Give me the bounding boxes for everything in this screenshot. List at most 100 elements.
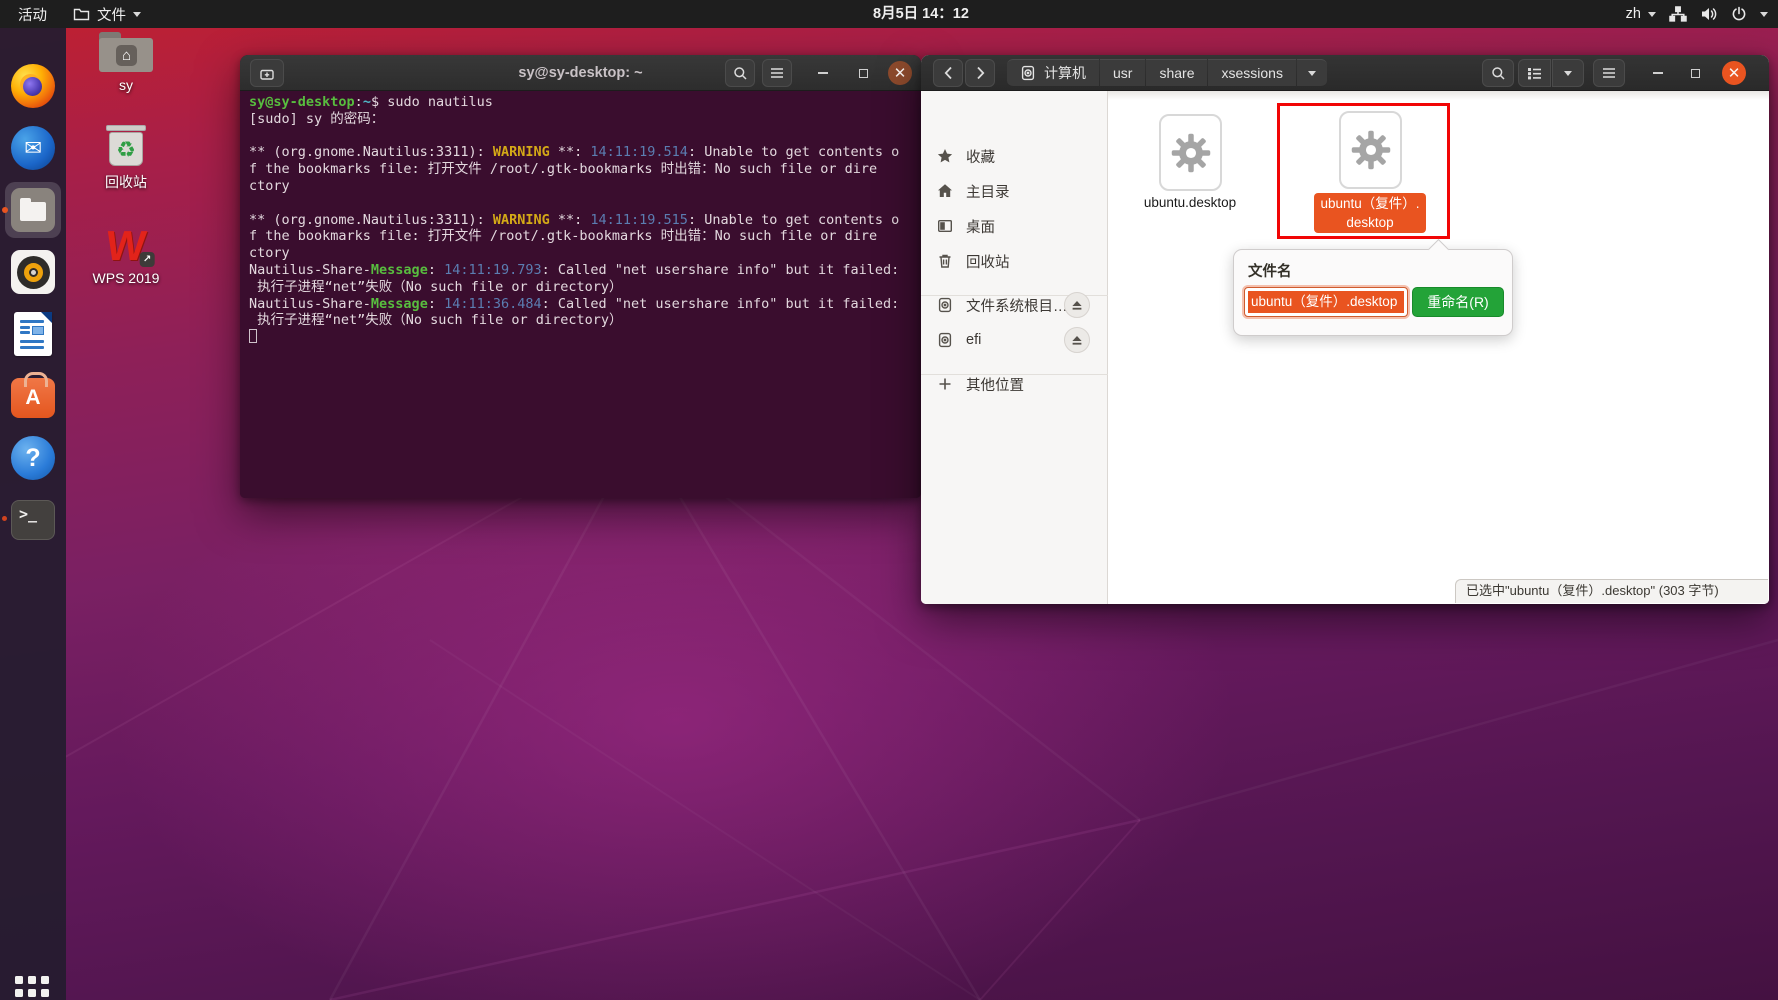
terminal-text-segment: ctory — [249, 245, 290, 262]
sidebar-item-filesystem-root[interactable]: 文件系统根目… — [921, 288, 1108, 322]
disk-icon — [937, 332, 953, 348]
firefox-icon — [11, 64, 55, 108]
terminal-running-indicator — [2, 516, 7, 521]
desktop-icon-home-sy[interactable]: ⌂ sy — [84, 32, 168, 93]
sidebar-item-efi[interactable]: efi — [921, 323, 1108, 357]
help-icon: ? — [11, 436, 55, 480]
terminal-cursor — [249, 329, 257, 344]
terminal-close-button[interactable]: ✕ — [888, 61, 912, 85]
path-segment-share[interactable]: share — [1146, 59, 1208, 87]
terminal-maximize-button[interactable] — [854, 63, 872, 83]
terminal-search-button[interactable] — [725, 59, 755, 87]
search-button[interactable] — [1482, 59, 1514, 87]
chevron-down-icon[interactable] — [1760, 11, 1768, 17]
chevron-down-icon — [133, 11, 141, 17]
files-maximize-button[interactable] — [1686, 63, 1704, 83]
sidebar-item-label: 回收站 — [966, 254, 1010, 271]
app-menu[interactable]: 文件 — [73, 0, 141, 28]
view-list-button[interactable] — [1518, 59, 1551, 87]
rhythmbox-icon — [11, 250, 55, 294]
trash-icon — [937, 253, 953, 269]
path-segment-计算机[interactable]: 计算机 — [1007, 59, 1099, 87]
disk-icon — [937, 297, 953, 313]
rename-input[interactable]: ubuntu（复件）.desktop — [1244, 287, 1408, 317]
dock-item-thunderbird[interactable]: ✉ — [11, 126, 55, 170]
terminal-line: f the bookmarks file: 打开文件 /root/.gtk-bo… — [249, 161, 919, 178]
sidebar-item-desktop[interactable]: 桌面 — [921, 209, 1108, 243]
files-sidebar: 收藏 主目录 桌面回收站文件系统根目… efi 其他位置 — [921, 91, 1108, 604]
files-minimize-button[interactable] — [1649, 63, 1667, 83]
terminal-line — [249, 329, 919, 346]
rename-button[interactable]: 重命名(R) — [1412, 287, 1504, 317]
terminal-line: f the bookmarks file: 打开文件 /root/.gtk-bo… — [249, 228, 919, 245]
terminal-text-segment: : — [427, 261, 445, 278]
dock-item-terminal[interactable]: >_ — [11, 498, 55, 542]
files-content[interactable]: ubuntu.desktop ubuntu（复件）. desktop 文件名 u… — [1108, 91, 1769, 604]
input-method-indicator[interactable]: zh — [1626, 0, 1656, 28]
terminal-text-segment: Message — [370, 295, 428, 312]
path-segment-label: xsessions — [1221, 65, 1283, 81]
popover-arrow — [1427, 238, 1450, 261]
app-menu-label: 文件 — [97, 7, 126, 24]
disk-icon — [1020, 65, 1036, 81]
terminal-minimize-button[interactable] — [814, 63, 832, 83]
eject-button[interactable] — [1064, 292, 1090, 318]
terminal-line: Nautilus-Share-Message: 14:11:36.484: Ca… — [249, 296, 919, 313]
dock-item-files[interactable] — [11, 188, 55, 232]
sidebar-item-home[interactable]: 主目录 — [921, 174, 1108, 208]
path-segment-usr[interactable]: usr — [1100, 59, 1146, 87]
dock-item-rhythmbox[interactable] — [11, 250, 55, 294]
terminal-text-segment: $ sudo nautilus — [370, 94, 493, 110]
folder-icon — [73, 7, 90, 21]
path-dropdown-button[interactable] — [1296, 59, 1327, 87]
network-icon[interactable] — [1669, 6, 1687, 22]
dock-item-help[interactable]: ? — [11, 436, 55, 480]
forward-button[interactable] — [965, 59, 995, 87]
volume-icon[interactable] — [1700, 6, 1718, 22]
terminal-line: 执行子进程“net”失败（No such file or directory） — [249, 312, 919, 329]
eject-button[interactable] — [1064, 327, 1090, 353]
sidebar-item-label: efi — [966, 332, 982, 348]
terminal-output[interactable]: sy@sy-desktop:~$ sudo nautilus [sudo] sy … — [240, 92, 921, 498]
terminal-text-segment: 执行子进程“net”失败（No such file or directory） — [249, 278, 623, 295]
rename-title: 文件名 — [1248, 264, 1292, 280]
ubuntu-software-icon: A — [11, 372, 55, 418]
wps-icon: W ↗ — [96, 222, 156, 269]
power-icon[interactable] — [1731, 6, 1747, 22]
desktop-icon-trash[interactable]: ♻ 回收站 — [84, 125, 168, 192]
terminal-text-segment: Message — [370, 261, 428, 278]
sidebar-item-starred[interactable]: 收藏 — [921, 139, 1108, 173]
desktop-icon-wps[interactable]: W ↗ WPS 2019 — [84, 222, 168, 286]
back-button[interactable] — [933, 59, 963, 87]
terminal-text-segment: **: — [549, 144, 591, 161]
terminal-text-segment: ~ — [362, 94, 371, 110]
view-options-dropdown[interactable] — [1552, 59, 1584, 87]
sidebar-item-trash[interactable]: 回收站 — [921, 244, 1108, 278]
top-bar: 活动 文件 8月5日 14：12 zh — [0, 0, 1778, 28]
file-label[interactable]: ubuntu.desktop — [1120, 195, 1260, 210]
chevron-down-icon — [1648, 11, 1656, 17]
dock-item-ubuntu-software[interactable]: A — [11, 372, 55, 418]
files-close-button[interactable]: ✕ — [1722, 61, 1746, 85]
terminal-menu-button[interactable] — [762, 59, 792, 87]
terminal-titlebar[interactable]: sy@sy-desktop: ~ ✕ — [240, 55, 921, 91]
sidebar-item-other-locations[interactable]: 其他位置 — [921, 367, 1108, 401]
path-bar: 计算机 usr share xsessions — [1007, 59, 1328, 87]
desktop-icon — [937, 218, 953, 234]
activities-button[interactable]: 活动 — [18, 0, 47, 28]
terminal-text-segment: 14:11:19.515 — [590, 211, 688, 228]
star-icon — [937, 148, 953, 164]
terminal-window: sy@sy-desktop: ~ ✕ sy@sy-desktop:~$ sudo… — [240, 55, 921, 498]
files-menu-button[interactable] — [1593, 59, 1625, 87]
dock-item-libreoffice-writer[interactable] — [11, 312, 55, 356]
sidebar-item-label: 文件系统根目… — [966, 298, 1068, 315]
files-headerbar[interactable]: 计算机 usr share xsessions ✕ — [921, 55, 1769, 91]
path-segment-xsessions[interactable]: xsessions — [1208, 59, 1296, 87]
show-applications-button[interactable] — [15, 976, 51, 1000]
clock[interactable]: 8月5日 14：12 — [873, 0, 969, 28]
terminal-line: 执行子进程“net”失败（No such file or directory） — [249, 279, 919, 296]
file-ubuntu-desktop[interactable] — [1159, 114, 1222, 191]
terminal-text-segment: f the bookmarks file: 打开文件 /root/.gtk-bo… — [249, 228, 878, 245]
dock-item-firefox[interactable] — [11, 64, 55, 108]
input-method-label: zh — [1625, 6, 1641, 22]
